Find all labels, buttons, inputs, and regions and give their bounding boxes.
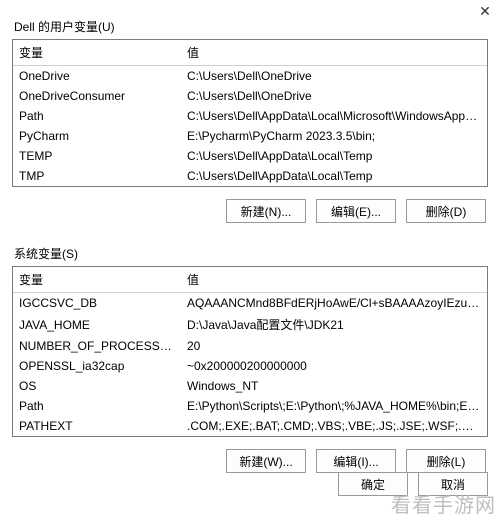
sys-new-button[interactable]: 新建(W)... xyxy=(226,449,306,473)
col-header-name[interactable]: 变量 xyxy=(13,40,181,66)
var-value: C:\Users\Dell\OneDrive xyxy=(181,66,487,87)
var-value: ~0x200000200000000 xyxy=(181,356,487,376)
table-row[interactable]: PathE:\Python\Scripts\;E:\Python\;%JAVA_… xyxy=(13,396,487,416)
var-name: OneDriveConsumer xyxy=(13,86,181,106)
var-name: Path xyxy=(13,396,181,416)
table-row[interactable]: OSWindows_NT xyxy=(13,376,487,396)
var-name: IGCCSVC_DB xyxy=(13,293,181,314)
col-header-value[interactable]: 值 xyxy=(181,267,487,293)
table-row[interactable]: PathC:\Users\Dell\AppData\Local\Microsof… xyxy=(13,106,487,126)
table-row[interactable]: PATHEXT.COM;.EXE;.BAT;.CMD;.VBS;.VBE;.JS… xyxy=(13,416,487,436)
sys-delete-button[interactable]: 删除(L) xyxy=(406,449,486,473)
user-vars-buttons: 新建(N)... 编辑(E)... 删除(D) xyxy=(12,187,488,235)
table-row[interactable]: OneDriveConsumerC:\Users\Dell\OneDrive xyxy=(13,86,487,106)
col-header-name[interactable]: 变量 xyxy=(13,267,181,293)
var-name: TEMP xyxy=(13,146,181,166)
table-row[interactable]: OneDriveC:\Users\Dell\OneDrive xyxy=(13,66,487,87)
var-name: Path xyxy=(13,106,181,126)
var-name: NUMBER_OF_PROCESSORS xyxy=(13,336,181,356)
var-value: C:\Users\Dell\AppData\Local\Microsoft\Wi… xyxy=(181,106,487,126)
var-value: .COM;.EXE;.BAT;.CMD;.VBS;.VBE;.JS;.JSE;.… xyxy=(181,416,487,436)
dialog-footer: 确定 取消 xyxy=(338,472,488,496)
user-vars-label: Dell 的用户变量(U) xyxy=(12,18,488,39)
table-row[interactable]: OPENSSL_ia32cap~0x200000200000000 xyxy=(13,356,487,376)
col-header-value[interactable]: 值 xyxy=(181,40,487,66)
table-row[interactable]: JAVA_HOMED:\Java\Java配置文件\JDK21 xyxy=(13,313,487,336)
var-value: C:\Users\Dell\OneDrive xyxy=(181,86,487,106)
var-value: 20 xyxy=(181,336,487,356)
sys-edit-button[interactable]: 编辑(I)... xyxy=(316,449,396,473)
var-name: PATHEXT xyxy=(13,416,181,436)
table-row[interactable]: NUMBER_OF_PROCESSORS20 xyxy=(13,336,487,356)
var-name: OneDrive xyxy=(13,66,181,87)
user-vars-table[interactable]: 变量 值 OneDriveC:\Users\Dell\OneDriveOneDr… xyxy=(12,39,488,187)
cancel-button[interactable]: 取消 xyxy=(418,472,488,496)
var-value: E:\Pycharm\PyCharm 2023.3.5\bin; xyxy=(181,126,487,146)
user-new-button[interactable]: 新建(N)... xyxy=(226,199,306,223)
var-name: JAVA_HOME xyxy=(13,313,181,336)
var-name: TMP xyxy=(13,166,181,186)
ok-button[interactable]: 确定 xyxy=(338,472,408,496)
var-value: Windows_NT xyxy=(181,376,487,396)
var-value: D:\Java\Java配置文件\JDK21 xyxy=(181,313,487,336)
system-vars-table[interactable]: 变量 值 IGCCSVC_DBAQAAANCMnd8BFdERjHoAwE/Cl… xyxy=(12,266,488,437)
var-value: E:\Python\Scripts\;E:\Python\;%JAVA_HOME… xyxy=(181,396,487,416)
user-edit-button[interactable]: 编辑(E)... xyxy=(316,199,396,223)
var-name: OPENSSL_ia32cap xyxy=(13,356,181,376)
system-vars-group: 系统变量(S) 变量 值 IGCCSVC_DBAQAAANCMnd8BFdERj… xyxy=(12,245,488,485)
var-value: C:\Users\Dell\AppData\Local\Temp xyxy=(181,146,487,166)
user-delete-button[interactable]: 删除(D) xyxy=(406,199,486,223)
table-row[interactable]: TMPC:\Users\Dell\AppData\Local\Temp xyxy=(13,166,487,186)
table-row[interactable]: IGCCSVC_DBAQAAANCMnd8BFdERjHoAwE/Cl+sBAA… xyxy=(13,293,487,314)
var-value: AQAAANCMnd8BFdERjHoAwE/Cl+sBAAAAzoyIEzur… xyxy=(181,293,487,314)
var-value: C:\Users\Dell\AppData\Local\Temp xyxy=(181,166,487,186)
table-row[interactable]: TEMPC:\Users\Dell\AppData\Local\Temp xyxy=(13,146,487,166)
env-vars-dialog: ✕ Dell 的用户变量(U) 变量 值 OneDriveC:\Users\De… xyxy=(0,0,500,518)
system-vars-label: 系统变量(S) xyxy=(12,245,488,266)
var-name: PyCharm xyxy=(13,126,181,146)
close-icon[interactable]: ✕ xyxy=(478,4,492,18)
table-row[interactable]: PyCharmE:\Pycharm\PyCharm 2023.3.5\bin; xyxy=(13,126,487,146)
user-vars-group: Dell 的用户变量(U) 变量 值 OneDriveC:\Users\Dell… xyxy=(12,18,488,235)
var-name: OS xyxy=(13,376,181,396)
